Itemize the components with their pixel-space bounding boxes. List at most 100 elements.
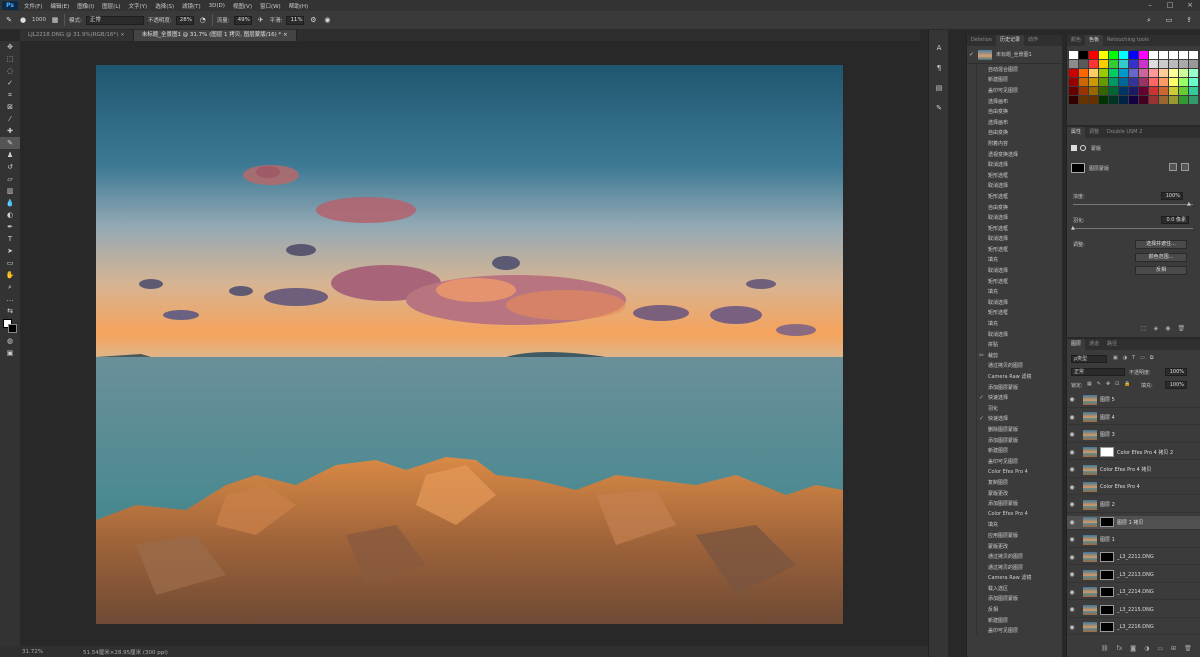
history-source-checkbox[interactable] <box>967 74 977 86</box>
more-tools-icon[interactable]: … <box>0 293 20 305</box>
color-swatch[interactable] <box>1069 78 1078 86</box>
layer-mask-thumbnail[interactable] <box>1100 569 1114 580</box>
color-swatch[interactable] <box>1079 87 1088 95</box>
menu-image[interactable]: 图像(I) <box>73 2 98 10</box>
history-source-checkbox[interactable] <box>967 593 977 605</box>
color-swatch[interactable] <box>1189 87 1198 95</box>
eye-icon[interactable]: ◉ <box>1067 554 1077 561</box>
color-swatch[interactable] <box>1179 78 1188 86</box>
color-swatch[interactable] <box>1169 51 1178 59</box>
eye-icon[interactable]: ◉ <box>1067 519 1077 526</box>
history-item[interactable]: 选择画布 <box>967 95 1062 107</box>
color-swatch[interactable] <box>1119 78 1128 86</box>
color-swatch[interactable] <box>1149 96 1158 104</box>
color-swatch[interactable] <box>1119 51 1128 59</box>
filter-adjust-icon[interactable]: ◑ <box>1123 355 1127 361</box>
tab-color[interactable]: 颜色 <box>1067 35 1085 46</box>
color-swatch[interactable] <box>1169 87 1178 95</box>
color-swatch[interactable] <box>1179 96 1188 104</box>
history-item[interactable]: Camera Raw 滤镜 <box>967 371 1062 382</box>
color-swatch[interactable] <box>1149 60 1158 68</box>
pressure-opacity-icon[interactable]: ◔ <box>198 15 208 25</box>
history-source-checkbox[interactable] <box>967 318 977 329</box>
history-item[interactable]: 自由变换 <box>967 106 1062 117</box>
eye-icon[interactable]: ◉ <box>1067 431 1077 438</box>
color-swatch[interactable] <box>1159 60 1168 68</box>
history-source-checkbox[interactable] <box>967 275 977 287</box>
gradient-tool-icon[interactable]: ▥ <box>0 185 20 197</box>
smooth-field[interactable]: 11% <box>286 15 305 25</box>
color-swatch[interactable] <box>1169 69 1178 77</box>
history-item[interactable]: 填充 <box>967 318 1062 329</box>
menu-layer[interactable]: 图层(L) <box>98 2 124 10</box>
history-source-checkbox[interactable] <box>967 148 977 160</box>
select-and-mask-button[interactable]: 选择并遮住... <box>1135 240 1187 249</box>
color-swatch[interactable] <box>1119 69 1128 77</box>
lasso-tool-icon[interactable]: ◌ <box>0 65 20 77</box>
filter-shape-icon[interactable]: ▭ <box>1140 355 1145 361</box>
layer-row[interactable]: ◉ _L3_2211.DNG <box>1067 551 1200 566</box>
history-item[interactable]: 矩形选框 <box>967 169 1062 181</box>
menu-edit[interactable]: 编辑(E) <box>46 2 73 10</box>
minimize-button[interactable]: – <box>1140 0 1160 11</box>
color-swatch[interactable] <box>1159 96 1168 104</box>
color-swatch[interactable] <box>1159 87 1168 95</box>
history-brush-tool-icon[interactable]: ↺ <box>0 161 20 173</box>
history-source-checkbox[interactable] <box>967 445 977 456</box>
history-item[interactable]: 矩形选框 <box>967 222 1062 234</box>
history-source-checkbox[interactable] <box>967 413 977 425</box>
layer-opacity-field[interactable]: 100% <box>1165 368 1187 376</box>
new-group-icon[interactable]: ▭ <box>1157 645 1163 652</box>
eye-icon[interactable]: ◉ <box>1067 606 1077 613</box>
color-swatch[interactable] <box>1109 60 1118 68</box>
eye-icon[interactable]: ◉ <box>1067 536 1077 543</box>
color-swatch[interactable] <box>1079 51 1088 59</box>
properties-panel-icon[interactable]: ▤ <box>929 78 949 98</box>
history-source-checkbox[interactable] <box>967 297 977 308</box>
color-swatch[interactable] <box>1139 69 1148 77</box>
history-item[interactable]: ✓ 快速选择 <box>967 413 1062 425</box>
history-source-checkbox[interactable] <box>967 455 977 467</box>
invert-button[interactable]: 反相 <box>1135 266 1187 275</box>
history-item[interactable]: 蒙版更改 <box>967 487 1062 499</box>
zoom-level[interactable]: 31.72% <box>22 649 43 655</box>
color-swatch[interactable] <box>1079 96 1088 104</box>
color-swatch[interactable] <box>1109 87 1118 95</box>
history-source-checkbox[interactable] <box>967 604 977 615</box>
tab-layers[interactable]: 图层 <box>1067 339 1086 350</box>
color-swatch[interactable] <box>1149 87 1158 95</box>
history-item[interactable]: 复制图层 <box>967 477 1062 488</box>
menu-file[interactable]: 文件(F) <box>20 2 46 10</box>
history-item[interactable]: 填充 <box>967 519 1062 531</box>
hand-tool-icon[interactable]: ✋ <box>0 269 20 281</box>
history-source-checkbox[interactable] <box>967 307 977 319</box>
history-item[interactable]: 取消选择 <box>967 328 1062 340</box>
path-select-tool-icon[interactable]: ➤ <box>0 245 20 257</box>
brush-preset-icon[interactable]: ● <box>18 15 28 25</box>
history-source-checkbox[interactable] <box>967 254 977 266</box>
lock-pixels-icon[interactable]: ✎ <box>1097 381 1101 387</box>
adjustment-layer-icon[interactable]: ◑ <box>1144 645 1149 652</box>
close-button[interactable]: × <box>1180 0 1200 11</box>
blur-tool-icon[interactable]: 💧 <box>0 197 20 209</box>
history-item[interactable]: 选择画布 <box>967 116 1062 128</box>
eye-icon[interactable]: ◉ <box>1067 466 1077 473</box>
brush-settings-icon[interactable]: ✎ <box>929 98 949 118</box>
color-swatch[interactable] <box>1089 60 1098 68</box>
layer-thumbnail[interactable] <box>1083 517 1097 528</box>
layer-row[interactable]: ◉ _L3_2215.DNG <box>1067 603 1200 618</box>
shape-tool-icon[interactable]: ▭ <box>0 257 20 269</box>
zoom-tool-icon[interactable]: ⌕ <box>0 281 20 293</box>
airbrush-icon[interactable]: ✈ <box>256 15 266 25</box>
history-item[interactable]: 通过拷贝的图层 <box>967 551 1062 562</box>
link-layers-icon[interactable]: ⛓ <box>1101 645 1109 652</box>
layer-mask-thumbnail[interactable] <box>1100 517 1114 528</box>
history-source-checkbox[interactable] <box>967 561 977 573</box>
history-source-checkbox[interactable] <box>967 244 977 255</box>
layer-thumbnail[interactable] <box>1083 482 1097 493</box>
delete-mask-icon[interactable]: 🗑 <box>1178 325 1186 332</box>
history-item[interactable]: 盖印可见图层 <box>967 85 1062 96</box>
history-item[interactable]: 矩形选框 <box>967 191 1062 202</box>
history-item[interactable]: Color Efex Pro 4 <box>967 466 1062 478</box>
tab-channels[interactable]: 通道 <box>1085 339 1103 350</box>
